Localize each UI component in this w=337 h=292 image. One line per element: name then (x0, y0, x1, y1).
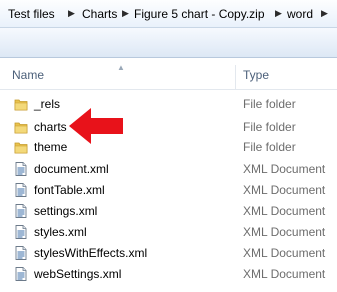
list-item[interactable]: settings.xml XML Document (0, 201, 337, 221)
breadcrumb-label: word (287, 6, 314, 21)
list-item[interactable]: styles.xml XML Document (0, 222, 337, 242)
file-type: File folder (243, 140, 296, 154)
xml-document-icon (15, 204, 27, 218)
file-name: document.xml (34, 162, 109, 176)
column-header-type[interactable]: Type (243, 59, 269, 90)
file-type: XML Document (243, 204, 326, 218)
column-header-name[interactable]: Name (12, 59, 44, 90)
address-bar[interactable]: Test files ▶ Charts ▶ Figure 5 chart - C… (0, 0, 337, 28)
folder-icon (14, 142, 28, 154)
breadcrumb-item-word[interactable]: word (287, 0, 313, 27)
breadcrumb-label: Charts (82, 6, 118, 21)
file-type: XML Document (243, 162, 326, 176)
breadcrumb-label: Figure 5 chart - Copy.zip (134, 6, 265, 21)
file-name: settings.xml (34, 204, 98, 218)
file-type: XML Document (243, 225, 326, 239)
explorer-window: Test files ▶ Charts ▶ Figure 5 chart - C… (0, 0, 337, 292)
column-divider[interactable] (235, 65, 236, 89)
xml-document-icon (15, 246, 27, 260)
list-item[interactable]: document.xml XML Document (0, 159, 337, 179)
file-type: XML Document (243, 267, 326, 281)
xml-document-icon (15, 267, 27, 281)
red-arrow-icon (69, 108, 123, 144)
chevron-right-icon[interactable]: ▶ (275, 0, 282, 27)
breadcrumb-label: Test files (8, 6, 55, 21)
chevron-right-icon[interactable]: ▶ (122, 0, 129, 27)
list-item[interactable]: theme File folder (0, 137, 337, 157)
folder-icon (14, 122, 28, 134)
list-item[interactable]: fontTable.xml XML Document (0, 180, 337, 200)
file-type: File folder (243, 97, 296, 111)
file-name: _rels (34, 97, 61, 111)
breadcrumb-item-test-files[interactable]: Test files (8, 0, 55, 27)
file-name: stylesWithEffects.xml (34, 246, 148, 260)
file-name: charts (34, 120, 67, 134)
file-name: webSettings.xml (34, 267, 122, 281)
sort-ascending-icon: ▲ (117, 63, 125, 72)
list-item[interactable]: webSettings.xml XML Document (0, 264, 337, 284)
file-name: theme (34, 140, 68, 154)
xml-document-icon (15, 225, 27, 239)
file-name: styles.xml (34, 225, 87, 239)
column-header-row: Name ▲ Type (0, 59, 337, 90)
list-item[interactable]: stylesWithEffects.xml XML Document (0, 243, 337, 263)
xml-document-icon (15, 162, 27, 176)
breadcrumb-item-charts[interactable]: Charts (82, 0, 117, 27)
folder-icon (14, 99, 28, 111)
list-item[interactable]: charts File folder (0, 117, 337, 137)
command-bar (0, 28, 337, 58)
file-type: XML Document (243, 246, 326, 260)
breadcrumb-item-zip[interactable]: Figure 5 chart - Copy.zip (134, 0, 265, 27)
list-item[interactable]: _rels File folder (0, 94, 337, 114)
xml-document-icon (15, 183, 27, 197)
chevron-right-icon[interactable]: ▶ (321, 0, 328, 27)
file-type: XML Document (243, 183, 326, 197)
chevron-right-icon[interactable]: ▶ (68, 0, 75, 27)
file-type: File folder (243, 120, 296, 134)
file-name: fontTable.xml (34, 183, 105, 197)
